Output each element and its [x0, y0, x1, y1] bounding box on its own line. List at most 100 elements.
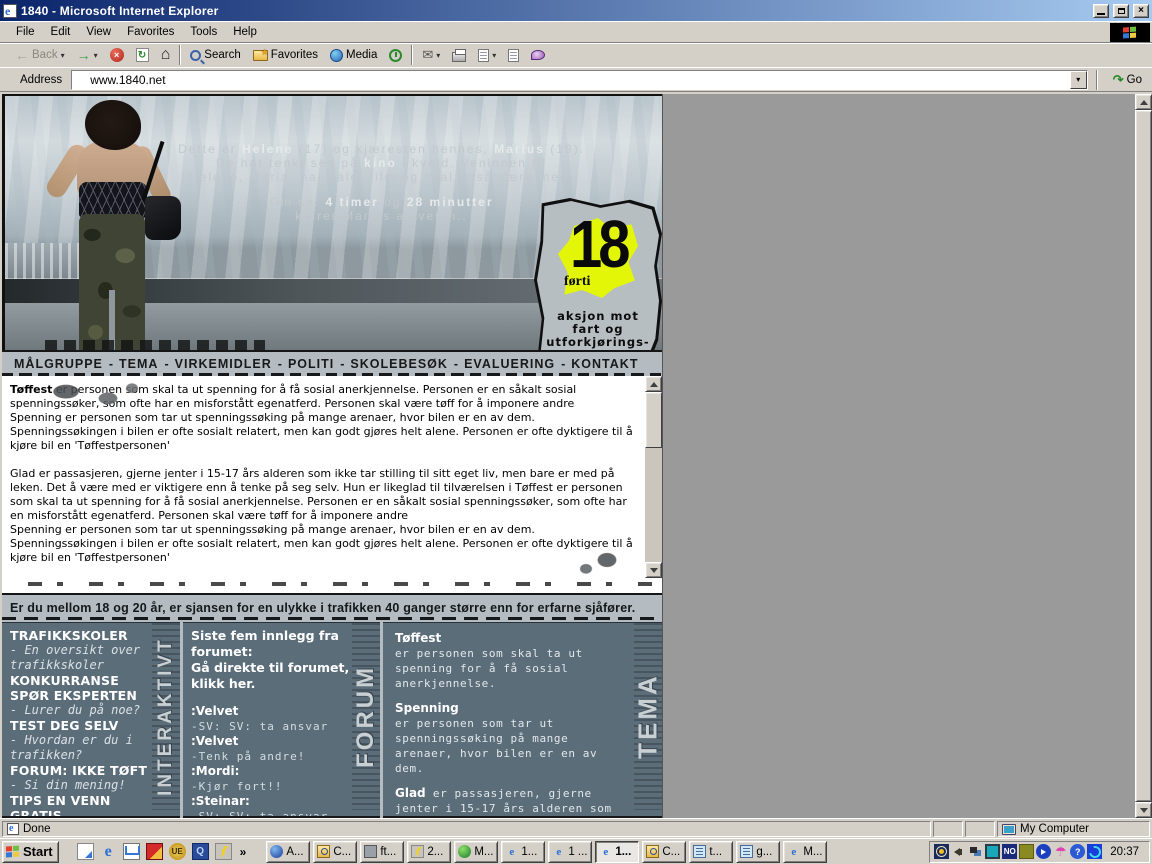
quicklaunch-overflow-chevron[interactable]: » [238, 845, 249, 859]
ultraedit-icon[interactable]: UE [169, 843, 186, 860]
forum-post-name[interactable]: :Steinar: [191, 794, 350, 809]
task-button[interactable]: M... [454, 841, 498, 863]
forum-header-2[interactable]: Gå direkte til forumet, klikk her. [191, 660, 350, 692]
scroll-up-button[interactable] [1135, 94, 1152, 110]
display-tray-icon[interactable] [985, 844, 1000, 859]
discuss-button[interactable] [502, 44, 525, 66]
link-mobillogoer[interactable]: GRATIS MOBILLOGOER - FLASH [10, 808, 150, 818]
nav-malgruppe[interactable]: MÅLGRUPPE [12, 357, 105, 371]
go-button[interactable]: ↷ Go [1106, 69, 1149, 91]
scroll-thumb[interactable] [1135, 110, 1152, 802]
task-button[interactable]: e1 ... [548, 841, 592, 863]
back-dropdown-icon[interactable]: ▾ [61, 51, 65, 60]
stop-icon: × [110, 48, 124, 62]
tema-vertical-label: TEMA [634, 623, 662, 810]
nav-tema[interactable]: TEMA [117, 357, 160, 371]
restore-button[interactable] [1113, 4, 1129, 18]
red-app-icon[interactable] [146, 843, 163, 860]
task-button[interactable]: g... [736, 841, 780, 863]
olive-tray-icon[interactable] [1019, 844, 1034, 859]
stop-button[interactable]: × [104, 44, 130, 66]
article-scrollbar[interactable] [645, 376, 662, 578]
menu-favorites[interactable]: Favorites [119, 23, 182, 41]
vnc-tray-icon[interactable] [1087, 844, 1102, 859]
link-tips-en-venn[interactable]: TIPS EN VENN [10, 793, 150, 808]
language-indicator[interactable]: NO [1002, 844, 1017, 859]
link-konkurranse[interactable]: KONKURRANSE [10, 673, 150, 688]
task-button[interactable]: e1... [501, 841, 545, 863]
forum-post-msg[interactable]: -Kjør fort!! [191, 779, 350, 794]
forward-arrow-icon: → [77, 48, 91, 62]
forward-button[interactable]: → ▾ [71, 44, 104, 66]
search-button[interactable]: Search [184, 44, 246, 66]
menu-help[interactable]: Help [225, 23, 265, 41]
task-button-active[interactable]: e1... [595, 841, 639, 863]
q-app-icon[interactable]: Q [192, 843, 209, 860]
forward-dropdown-icon[interactable]: ▾ [94, 51, 98, 60]
close-button[interactable]: × [1133, 4, 1149, 18]
task-button[interactable]: C... [642, 841, 686, 863]
messenger-button[interactable] [525, 44, 551, 66]
article-scroll-down-button[interactable] [645, 562, 662, 578]
link-test-deg-selv[interactable]: TEST DEG SELV [10, 718, 150, 733]
edit-button[interactable]: ▾ [472, 44, 502, 66]
link-forum[interactable]: FORUM: IKKE TØFT [10, 763, 150, 778]
volume-tray-icon[interactable] [951, 844, 966, 859]
favorites-button[interactable]: ★ Favorites [247, 44, 324, 66]
forum-post-msg[interactable]: -Tenk på andre! [191, 749, 350, 764]
start-button[interactable]: Start [2, 841, 59, 863]
tema-glad-block: Glad er passasjeren, gjerne jenter i 15-… [395, 786, 628, 818]
link-trafikkskoler[interactable]: TRAFIKKSKOLER [10, 628, 150, 643]
forum-post-name[interactable]: :Mordi: [191, 764, 350, 779]
refresh-button[interactable]: ↻ [130, 44, 155, 66]
forum-post-name[interactable]: :Velvet [191, 704, 350, 719]
nav-evaluering[interactable]: EVALUERING [462, 357, 557, 371]
scroll-down-button[interactable] [1135, 802, 1152, 818]
menu-file[interactable]: File [8, 23, 43, 41]
forum-post-msg[interactable]: -SV: SV: ta ansvar [191, 719, 350, 734]
history-button[interactable] [383, 44, 408, 66]
task-button[interactable]: A... [266, 841, 310, 863]
task-button[interactable]: C... [313, 841, 357, 863]
internet-explorer-icon[interactable]: e [100, 843, 117, 860]
forum-post-name[interactable]: :Velvet [191, 734, 350, 749]
address-input[interactable] [72, 71, 1070, 89]
task-button[interactable]: t... [689, 841, 733, 863]
article-scroll-track[interactable] [645, 448, 662, 562]
nav-virkemidler[interactable]: VIRKEMIDLER [173, 357, 274, 371]
outlook-express-icon[interactable] [123, 843, 140, 860]
mail-icon: ✉ [422, 47, 433, 63]
nav-politi[interactable]: POLITI [286, 357, 336, 371]
link-spor-eksperten[interactable]: SPØR EKSPERTEN [10, 688, 150, 703]
show-desktop-icon[interactable] [77, 843, 94, 860]
menu-tools[interactable]: Tools [182, 23, 225, 41]
forum-post-msg[interactable]: -SV: SV: ta ansvar [191, 809, 350, 818]
player-tray-icon[interactable] [1036, 844, 1051, 859]
edit-dropdown-icon[interactable]: ▾ [492, 51, 496, 60]
discuss-icon [508, 49, 519, 62]
task-button[interactable]: ft... [360, 841, 404, 863]
article-scroll-up-button[interactable] [645, 376, 662, 392]
menu-edit[interactable]: Edit [43, 23, 79, 41]
mail-dropdown-icon[interactable]: ▾ [436, 51, 440, 60]
media-button[interactable]: Media [324, 44, 383, 66]
back-button[interactable]: ← Back ▾ [9, 44, 71, 66]
winamp-icon[interactable] [215, 843, 232, 860]
umbrella-tray-icon[interactable]: ☂ [1053, 844, 1068, 859]
address-dropdown-button[interactable]: ▾ [1070, 71, 1087, 89]
menu-view[interactable]: View [78, 23, 119, 41]
task-button[interactable]: eM... [783, 841, 827, 863]
home-button[interactable]: ⌂ [155, 44, 177, 66]
back-arrow-icon: ← [15, 48, 29, 62]
network-tray-icon[interactable] [968, 844, 983, 859]
print-button[interactable] [446, 44, 472, 66]
browser-scrollbar[interactable] [1135, 94, 1152, 818]
signal-tray-icon[interactable] [934, 844, 949, 859]
mail-button[interactable]: ✉ ▾ [416, 44, 446, 66]
nav-skolebesok[interactable]: SKOLEBESØK [348, 357, 450, 371]
nav-kontakt[interactable]: KONTAKT [569, 357, 640, 371]
info-tray-icon[interactable]: ? [1070, 844, 1085, 859]
article-scroll-thumb[interactable] [645, 392, 662, 448]
minimize-button[interactable] [1093, 4, 1109, 18]
task-button[interactable]: 2... [407, 841, 451, 863]
